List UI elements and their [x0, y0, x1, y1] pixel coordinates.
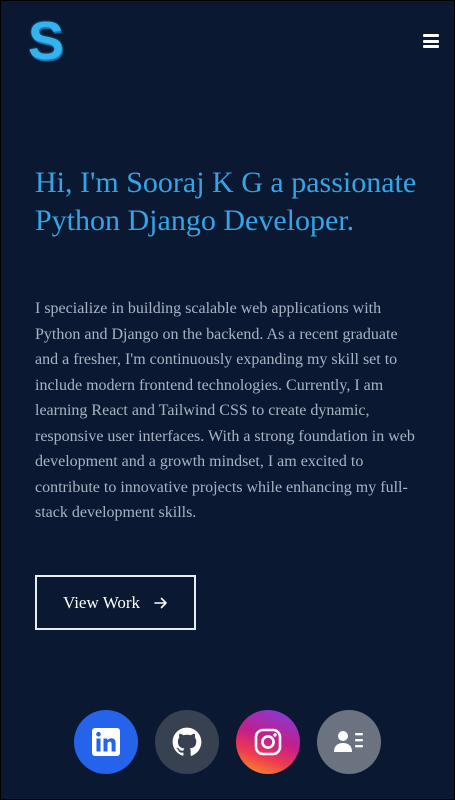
github-icon	[172, 727, 202, 756]
menu-bar	[423, 45, 439, 48]
linkedin-icon	[92, 728, 120, 756]
hero-bio: I specialize in building scalable web ap…	[35, 300, 415, 521]
hamburger-menu-icon[interactable]	[423, 33, 439, 49]
hero-headline: Hi, I'm Sooraj K G a passionate Python D…	[35, 166, 417, 237]
contact-link[interactable]	[317, 710, 381, 774]
view-work-label: View Work	[62, 592, 141, 612]
arrow-right-icon	[154, 597, 167, 608]
instagram-icon	[254, 728, 282, 756]
menu-bar	[423, 34, 439, 37]
site-logo[interactable]: S	[25, 14, 67, 68]
contact-card-icon	[334, 731, 363, 752]
social-links	[74, 710, 381, 774]
linkedin-link[interactable]	[74, 710, 138, 774]
menu-bar	[423, 39, 439, 43]
github-link[interactable]	[155, 710, 219, 774]
view-work-button[interactable]: View Work	[35, 575, 196, 630]
instagram-link[interactable]	[236, 710, 300, 774]
